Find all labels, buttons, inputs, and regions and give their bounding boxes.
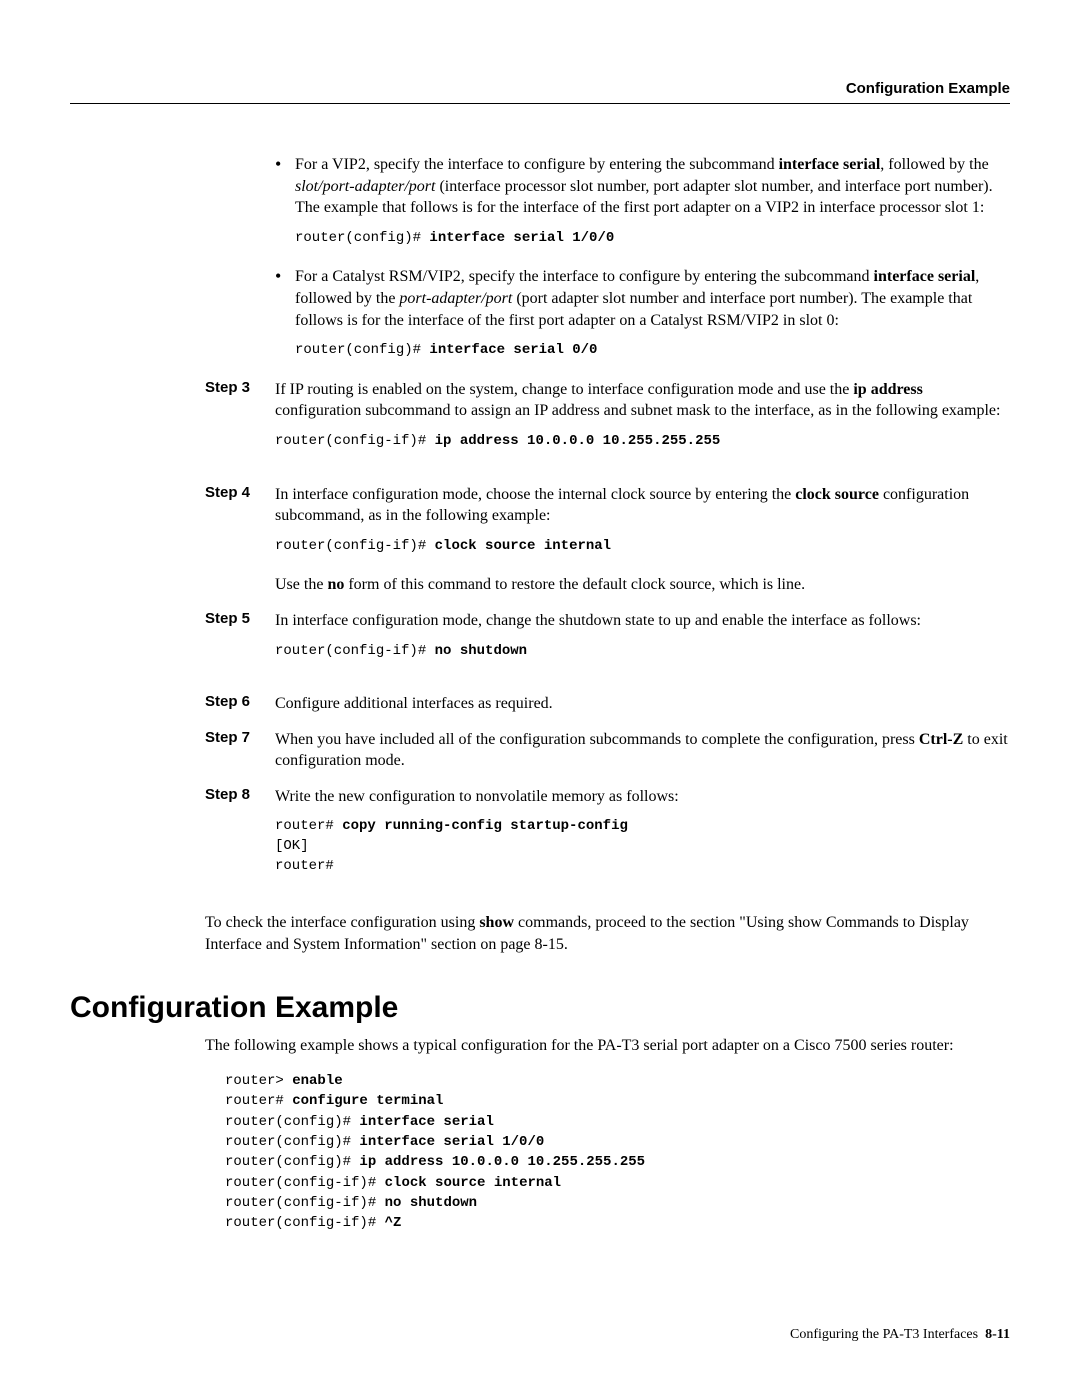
bullet-text: For a Catalyst RSM/VIP2, specify the int… (295, 266, 1010, 331)
step-body: Configure additional interfaces as requi… (275, 693, 1010, 715)
code-block: router(config-if)# no shutdown (275, 642, 1010, 662)
example-code-block: router> enable router# configure termina… (225, 1071, 1010, 1233)
page: Configuration Example • For a VIP2, spec… (0, 0, 1080, 1293)
step-6: Step 6 Configure additional interfaces a… (275, 693, 1010, 715)
step-label: Step 5 (205, 610, 275, 679)
bullet-item: • For a Catalyst RSM/VIP2, specify the i… (275, 266, 1010, 331)
step-post-text: Use the no form of this command to resto… (275, 574, 1010, 596)
code-block: router(config-if)# ip address 10.0.0.0 1… (275, 432, 1010, 452)
bullet-icon: • (275, 266, 295, 331)
closing-paragraph: To check the interface configuration usi… (205, 912, 1010, 955)
step-label: Step 8 (205, 786, 275, 894)
step-3: Step 3 If IP routing is enabled on the s… (275, 379, 1010, 470)
bullet-icon: • (275, 154, 295, 219)
running-header: Configuration Example (70, 80, 1010, 97)
step-5: Step 5 In interface configuration mode, … (275, 610, 1010, 679)
code-block: router# copy running-config startup-conf… (275, 817, 1010, 876)
bullet-item: • For a VIP2, specify the interface to c… (275, 154, 1010, 219)
content-column: • For a VIP2, specify the interface to c… (275, 154, 1010, 894)
step-body: Write the new configuration to nonvolati… (275, 786, 1010, 894)
step-8: Step 8 Write the new configuration to no… (275, 786, 1010, 894)
step-label: Step 6 (205, 693, 275, 715)
code-block: router(config-if)# clock source internal (275, 537, 1010, 557)
step-label: Step 4 (205, 484, 275, 596)
step-7: Step 7 When you have included all of the… (275, 729, 1010, 772)
step-body: If IP routing is enabled on the system, … (275, 379, 1010, 470)
code-block: router(config)# interface serial 0/0 (295, 341, 1010, 361)
step-body: In interface configuration mode, choose … (275, 484, 1010, 596)
step-4: Step 4 In interface configuration mode, … (275, 484, 1010, 596)
section-intro: The following example shows a typical co… (205, 1035, 1010, 1057)
section-heading: Configuration Example (70, 991, 1010, 1025)
step-body: In interface configuration mode, change … (275, 610, 1010, 679)
header-divider (70, 103, 1010, 104)
bullet-text: For a VIP2, specify the interface to con… (295, 154, 1010, 219)
step-label: Step 7 (205, 729, 275, 772)
code-block: router(config)# interface serial 1/0/0 (295, 229, 1010, 249)
page-footer: Configuring the PA-T3 Interfaces 8-11 (790, 1327, 1010, 1343)
step-body: When you have included all of the config… (275, 729, 1010, 772)
step-label: Step 3 (205, 379, 275, 470)
